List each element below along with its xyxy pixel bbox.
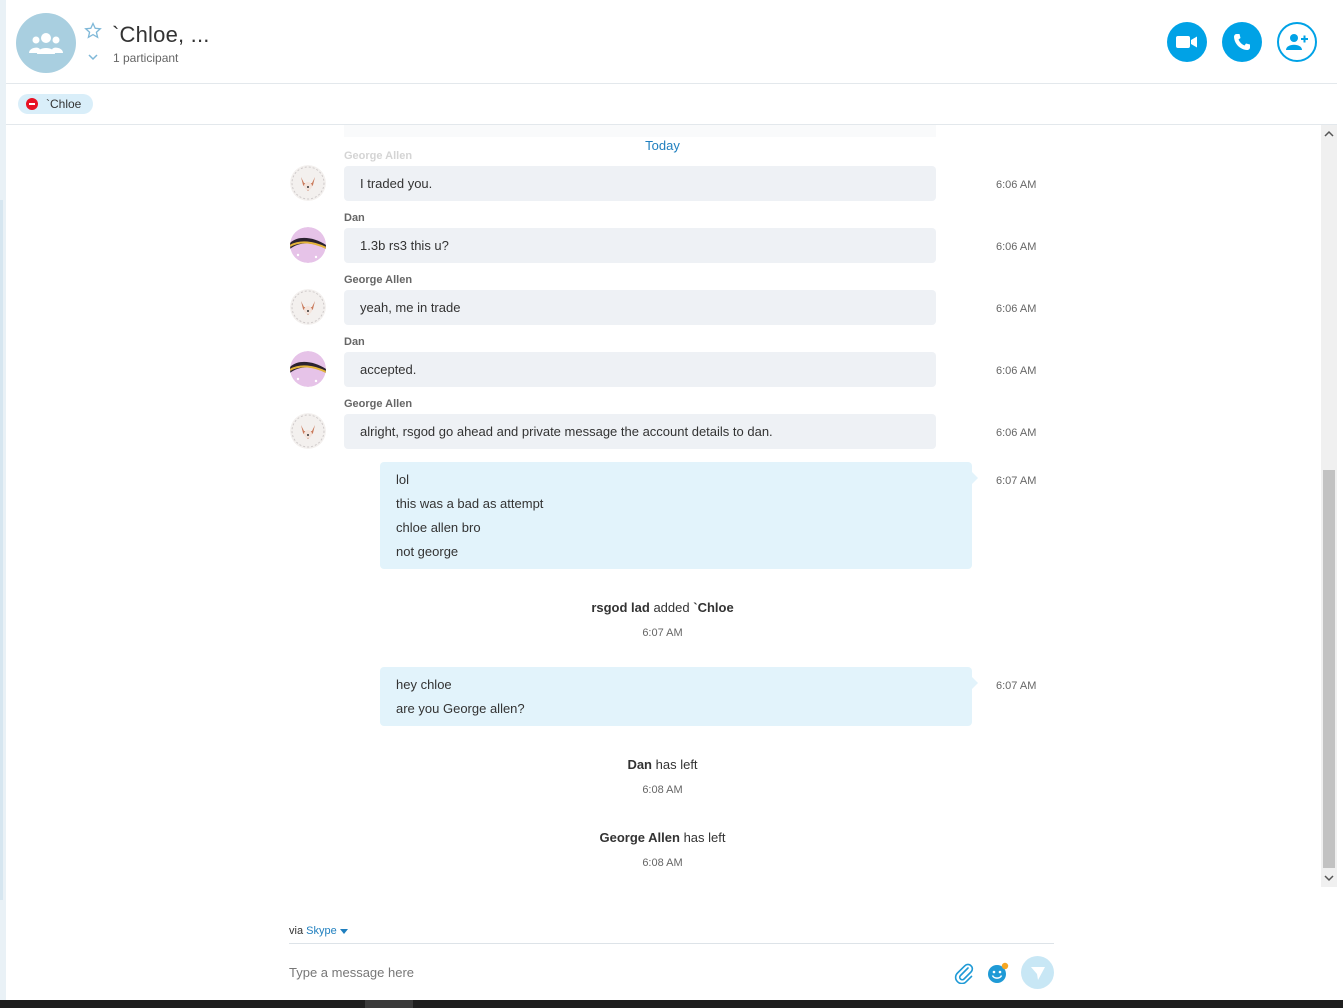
via-selector[interactable]: via Skype [289,925,348,937]
message-bubble[interactable]: I traded you. [344,166,936,201]
message-time: 6:06 AM [996,365,1037,377]
send-button[interactable] [1021,956,1054,989]
message-time: 6:07 AM [996,475,1037,487]
scroll-up-button[interactable] [1321,126,1337,142]
message-line: chloe allen bro [396,520,481,535]
day-divider: Today [645,138,680,153]
participant-count[interactable]: 1 participant [113,51,178,65]
taskbar-segment [365,1000,413,1008]
message-bubble[interactable]: accepted. [344,352,936,387]
dan-avatar-icon [290,351,326,387]
video-call-button[interactable] [1167,22,1207,62]
audio-call-button[interactable] [1222,22,1262,62]
via-label: via [289,925,304,937]
participant-name: `Chloe [46,97,82,111]
conversation-history[interactable]: Today George Allen I traded you. 6:06 AM… [6,125,1319,885]
avatar-dan[interactable] [290,227,326,263]
message-input[interactable] [289,958,929,986]
avatar-dan[interactable] [290,351,326,387]
message-time: 6:06 AM [996,303,1037,315]
message-time: 6:06 AM [996,241,1037,253]
message-bubble[interactable]: 1.3b rs3 this u? [344,228,936,263]
emoticon-icon[interactable] [987,962,1009,984]
message-time: 6:06 AM [996,179,1037,191]
message-bubble[interactable]: alright, rsgod go ahead and private mess… [344,414,936,449]
event-actor: Dan [627,757,652,772]
message-line: are you George allen? [396,701,525,716]
event-verb: added [653,600,690,615]
event-left: Dan has left [6,757,1319,772]
group-avatar[interactable] [16,13,76,73]
message-line: hey chloe [396,677,452,692]
send-icon [1030,966,1045,980]
avatar-george[interactable] [290,413,326,449]
avatar-george[interactable] [290,165,326,201]
fox-avatar-icon [290,289,326,325]
phone-icon [1234,34,1250,50]
event-verb: has left [655,757,698,772]
conversation-title[interactable]: `Chloe, ... [112,22,210,48]
chevron-down-icon [1324,875,1334,882]
sender-name: George Allen [344,150,413,162]
message-text: alright, rsgod go ahead and private mess… [360,424,773,439]
add-people-button[interactable] [1277,22,1317,62]
message-line: this was a bad as attempt [396,496,544,511]
conversation-scrollbar[interactable] [1321,125,1337,887]
participants-strip: `Chloe [6,84,1337,125]
event-added: rsgod lad added `Chloe [6,600,1319,615]
message-text: accepted. [360,362,417,377]
message-text: yeah, me in trade [360,300,461,315]
favorite-star-icon[interactable] [84,22,102,40]
add-person-icon [1286,34,1308,50]
window-left-edge-shade [0,200,3,900]
scroll-down-button[interactable] [1321,870,1337,886]
event-target: `Chloe [693,600,734,615]
chevron-down-icon[interactable] [86,50,100,64]
event-left: George Allen has left [6,830,1319,845]
dan-avatar-icon [290,227,326,263]
paperclip-icon[interactable] [953,962,975,984]
message-time: 6:06 AM [996,427,1037,439]
event-time: 6:07 AM [642,627,683,639]
event-time: 6:08 AM [642,784,683,796]
sender-name: George Allen [344,274,413,286]
message-line: lol [396,472,410,487]
event-time: 6:08 AM [642,857,683,869]
fox-avatar-icon [290,165,326,201]
fox-avatar-icon [290,413,326,449]
message-bubble[interactable]: yeah, me in trade [344,290,936,325]
previous-message-fade [344,125,936,137]
sender-name: George Allen [344,398,413,410]
via-service[interactable]: Skype [306,925,337,937]
compose-divider [289,943,1054,944]
outgoing-message-bubble[interactable]: lol this was a bad as attempt chloe alle… [380,462,978,569]
outgoing-message-bubble[interactable]: hey chloe are you George allen? [380,667,978,726]
scroll-thumb[interactable] [1323,470,1335,868]
event-actor: George Allen [599,830,680,845]
message-line: not george [396,544,459,559]
participant-chip[interactable]: `Chloe [18,94,94,114]
caret-down-icon[interactable] [339,929,348,934]
conversation-header: `Chloe, ... 1 participant [6,0,1337,84]
video-camera-icon [1176,36,1197,48]
chevron-up-icon [1324,130,1334,137]
sender-name: Dan [344,336,365,348]
group-icon [29,33,63,54]
message-text: I traded you. [360,176,433,191]
event-actor: rsgod lad [591,600,650,615]
do-not-disturb-icon [26,98,38,110]
event-verb: has left [683,830,726,845]
sender-name: Dan [344,212,365,224]
message-time: 6:07 AM [996,680,1037,692]
message-text: 1.3b rs3 this u? [360,238,449,253]
taskbar-strip [0,1000,1343,1008]
avatar-george[interactable] [290,289,326,325]
